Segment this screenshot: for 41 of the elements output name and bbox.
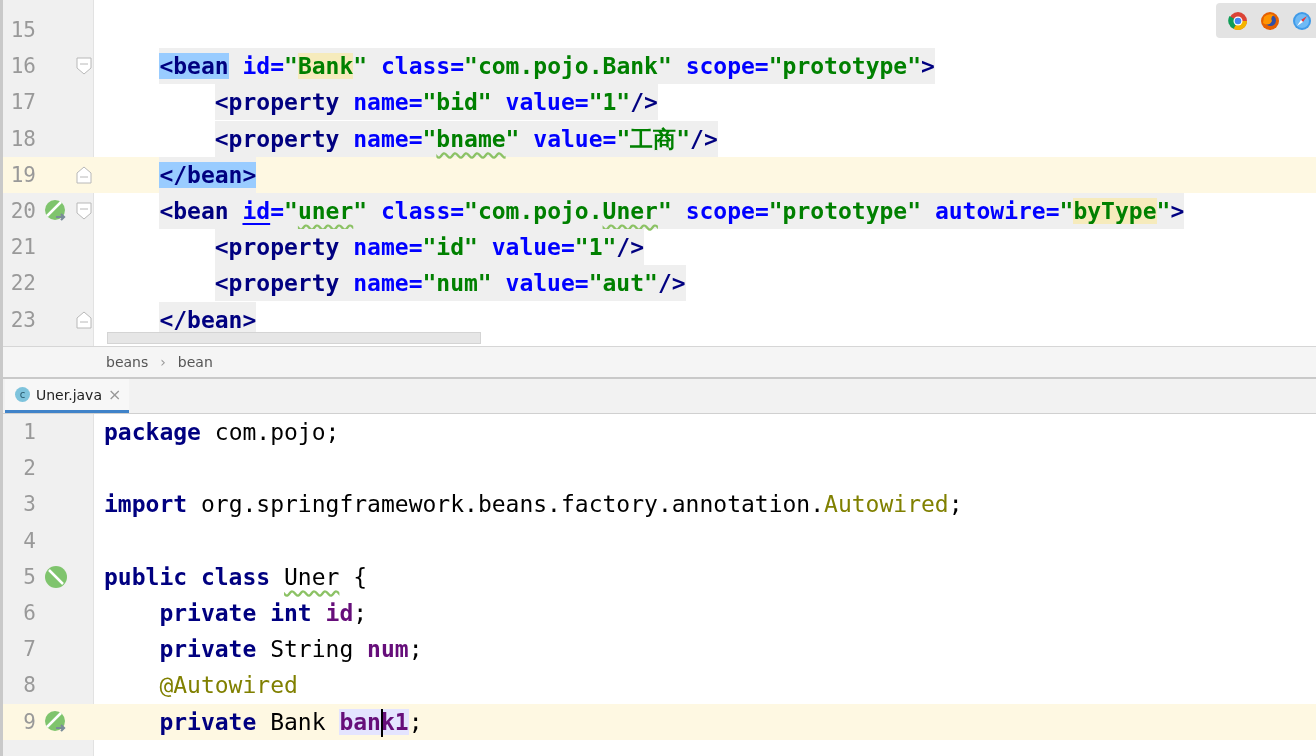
line-number: 20 (9, 199, 36, 224)
file-tab[interactable]: c Uner.java × (5, 379, 130, 413)
fold-marker-icon[interactable] (76, 202, 92, 221)
fold-marker-icon[interactable] (76, 57, 92, 76)
line-number: 9 (22, 709, 36, 734)
code-line: package com.pojo; (104, 418, 340, 448)
line-number: 15 (9, 18, 36, 43)
line-number: 5 (22, 564, 36, 589)
code-line: private int id; (159, 599, 368, 629)
bean-link-icon[interactable] (44, 709, 68, 734)
fold-marker-icon[interactable] (76, 310, 92, 329)
class-file-icon: c (15, 387, 30, 402)
line-number: 4 (22, 528, 36, 553)
colored-ring-icon[interactable] (1228, 10, 1248, 31)
breadcrumb-separator: › (160, 354, 166, 370)
fox-globe-icon[interactable] (1260, 10, 1280, 31)
line-number: 1 (22, 420, 36, 445)
line-number: 8 (22, 673, 36, 698)
bean-class-icon[interactable] (44, 564, 68, 589)
line-number: 18 (9, 126, 36, 151)
code-line: private Bank bank1; (159, 703, 423, 740)
breadcrumb-item[interactable]: beans (106, 354, 149, 370)
scrollbar-thumb[interactable] (107, 332, 481, 344)
code-line: private String num; (159, 635, 423, 665)
compass-icon[interactable] (1292, 10, 1312, 31)
line-number: 19 (9, 162, 36, 187)
line-number: 2 (22, 456, 36, 481)
line-number: 16 (9, 54, 36, 79)
breadcrumb-item[interactable]: bean (177, 354, 213, 370)
line-number: 3 (22, 492, 36, 517)
line-number: 23 (9, 307, 36, 332)
code-line: @Autowired (159, 671, 298, 701)
line-number: 17 (9, 90, 36, 115)
line-number: 6 (22, 601, 36, 626)
line-number: 7 (22, 637, 36, 662)
line-number: 22 (9, 271, 36, 296)
code-line: import org.springframework.beans.factory.annotation.Autowired; (104, 490, 963, 520)
tab-label: Uner.java (36, 386, 102, 403)
code-line: public class Uner { (104, 562, 368, 592)
line-number: 21 (9, 235, 36, 260)
fold-marker-icon[interactable] (76, 165, 92, 184)
